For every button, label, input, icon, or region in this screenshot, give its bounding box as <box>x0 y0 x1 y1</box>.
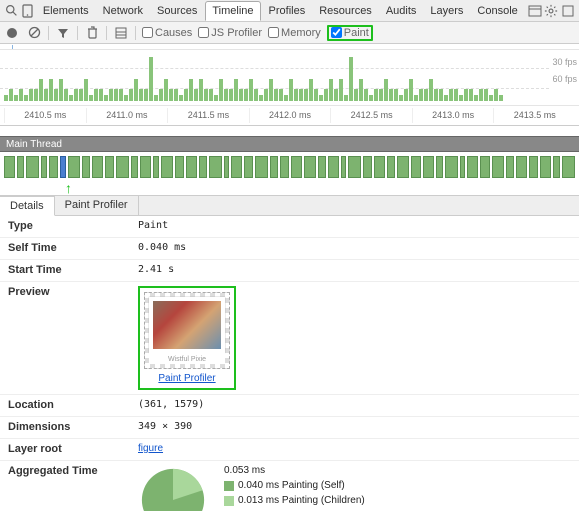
time-tick: 2412.0 ms <box>249 108 331 123</box>
tab-network[interactable]: Network <box>97 2 149 20</box>
paint-label: Paint <box>344 27 369 39</box>
fps-overview[interactable]: 30 fps 60 fps <box>0 50 579 106</box>
view-mode-icon[interactable] <box>113 25 129 41</box>
time-tick: 2413.0 ms <box>412 108 494 123</box>
drawer-icon[interactable] <box>528 2 542 20</box>
location-value: (361, 1579) <box>138 399 204 410</box>
preview-caption: Wistful Pixie <box>149 353 225 364</box>
time-tick: 2412.5 ms <box>330 108 412 123</box>
filter-icon[interactable] <box>55 25 71 41</box>
causes-checkbox[interactable]: Causes <box>142 27 192 39</box>
tab-details[interactable]: Details <box>0 196 55 216</box>
divider <box>135 26 136 40</box>
main-thread-header[interactable]: Main Thread <box>0 136 579 152</box>
tab-layers[interactable]: Layers <box>424 2 469 20</box>
selection-arrow-icon: ↑ <box>65 180 72 196</box>
type-label: Type <box>8 220 138 232</box>
js-profiler-checkbox[interactable]: JS Profiler <box>198 27 262 39</box>
divider <box>77 26 78 40</box>
tab-console[interactable]: Console <box>471 2 523 20</box>
time-axis: 2410.5 ms 2411.0 ms 2411.5 ms 2412.0 ms … <box>0 106 579 126</box>
aggregated-time-legend: 0.053 ms 0.040 ms Painting (Self) 0.013 … <box>224 465 365 510</box>
agg-children-value: 0.013 ms Painting (Children) <box>238 495 365 506</box>
time-tick: 2410.5 ms <box>4 108 86 123</box>
device-icon[interactable] <box>20 2 34 20</box>
close-drawer-icon[interactable] <box>561 2 575 20</box>
timeline-toolbar: Causes JS Profiler Memory Paint <box>0 22 579 44</box>
tab-elements[interactable]: Elements <box>37 2 95 20</box>
tab-timeline[interactable]: Timeline <box>205 1 260 21</box>
js-profiler-label: JS Profiler <box>211 27 262 39</box>
time-tick: 2413.5 ms <box>493 108 575 123</box>
type-value: Paint <box>138 220 168 231</box>
clear-icon[interactable] <box>26 25 42 41</box>
devtools-tab-bar: Elements Network Sources Timeline Profil… <box>0 0 579 22</box>
memory-label: Memory <box>281 27 321 39</box>
memory-checkbox[interactable]: Memory <box>268 27 321 39</box>
paint-checkbox[interactable]: Paint <box>327 25 373 41</box>
preview-label: Preview <box>8 286 138 298</box>
agg-total-value: 0.053 ms <box>224 465 265 476</box>
divider <box>106 26 107 40</box>
tab-resources[interactable]: Resources <box>313 2 378 20</box>
preview-checker: Wistful Pixie <box>144 292 230 369</box>
tab-profiles[interactable]: Profiles <box>263 2 312 20</box>
search-icon[interactable] <box>4 2 18 20</box>
main-thread-body[interactable]: ↑ <box>0 152 579 196</box>
details-pane: TypePaint Self Time0.040 ms Start Time2.… <box>0 216 579 511</box>
start-time-label: Start Time <box>8 264 138 276</box>
time-tick: 2411.5 ms <box>167 108 249 123</box>
agg-self-value: 0.040 ms Painting (Self) <box>238 480 345 491</box>
self-time-value: 0.040 ms <box>138 242 186 253</box>
record-icon[interactable] <box>4 25 20 41</box>
aggregated-time-pie <box>138 465 208 511</box>
detail-tabs: Details Paint Profiler <box>0 196 579 216</box>
tab-paint-profiler[interactable]: Paint Profiler <box>55 196 139 215</box>
legend-swatch-self <box>224 481 234 491</box>
start-time-value: 2.41 s <box>138 264 174 275</box>
settings-icon[interactable] <box>544 2 558 20</box>
legend-swatch-children <box>224 496 234 506</box>
layer-root-label: Layer root <box>8 443 138 455</box>
preview-highlight: Wistful Pixie Paint Profiler <box>138 286 236 390</box>
dimensions-value: 349 × 390 <box>138 421 192 432</box>
time-tick: 2411.0 ms <box>86 108 168 123</box>
dimensions-label: Dimensions <box>8 421 138 433</box>
fps-bars <box>0 53 579 101</box>
layer-root-link[interactable]: figure <box>138 443 163 454</box>
tab-audits[interactable]: Audits <box>380 2 423 20</box>
location-label: Location <box>8 399 138 411</box>
aggregated-time-label: Aggregated Time <box>8 465 138 477</box>
paint-profiler-link[interactable]: Paint Profiler <box>158 373 215 384</box>
self-time-label: Self Time <box>8 242 138 254</box>
preview-thumbnail <box>149 297 225 353</box>
divider <box>48 26 49 40</box>
trash-icon[interactable] <box>84 25 100 41</box>
causes-label: Causes <box>155 27 192 39</box>
tab-sources[interactable]: Sources <box>151 2 203 20</box>
